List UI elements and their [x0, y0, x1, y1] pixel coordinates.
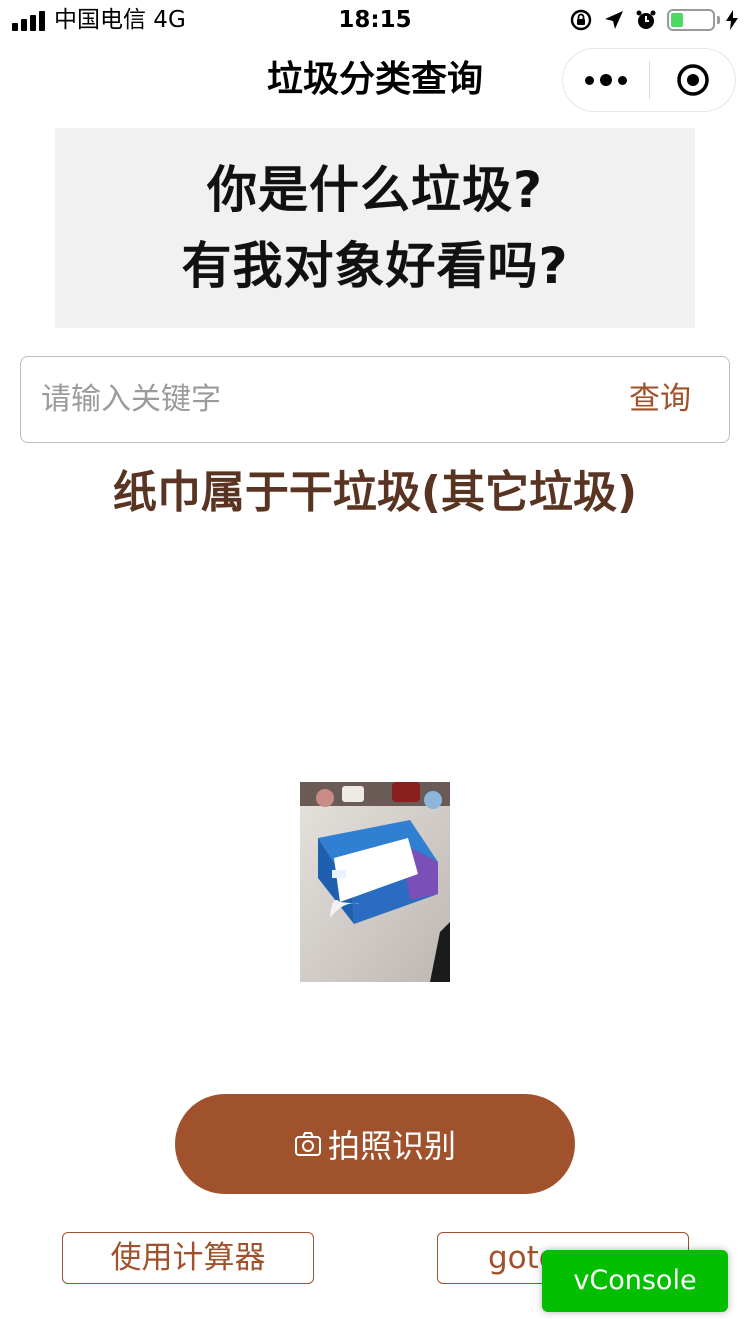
classification-result: 纸巾属于干垃圾(其它垃圾): [112, 467, 638, 518]
camera-icon: [294, 1131, 322, 1157]
search-button[interactable]: 查询: [629, 357, 691, 442]
banner-line-1: 你是什么垃圾?: [206, 161, 543, 219]
alarm-icon: [635, 9, 657, 31]
camera-recognize-button[interactable]: 拍照识别: [175, 1094, 575, 1194]
camera-button-label: 拍照识别: [327, 1127, 456, 1165]
rotation-lock-icon: [569, 8, 593, 32]
search-box: 查询: [20, 356, 730, 443]
close-mini-program-button[interactable]: [650, 49, 736, 111]
mini-program-capsule: [562, 48, 736, 112]
status-icons: [569, 6, 738, 34]
target-close-icon: [677, 64, 709, 96]
battery-icon: [667, 9, 715, 31]
status-bar: 中国电信 4G 18:15: [0, 0, 750, 40]
nav-bar: 垃圾分类查询: [0, 40, 750, 120]
battery-level: [671, 13, 683, 27]
charging-bolt-icon: [726, 10, 738, 30]
more-menu-button[interactable]: [563, 49, 649, 111]
location-icon: [603, 9, 625, 31]
banner-line-2: 有我对象好看吗?: [181, 237, 569, 295]
vconsole-button[interactable]: vConsole: [542, 1250, 728, 1312]
search-input[interactable]: [41, 357, 601, 442]
meme-banner-image: 你是什么垃圾? 有我对象好看吗?: [55, 128, 695, 328]
battery-cap: [717, 16, 720, 24]
use-calculator-button[interactable]: 使用计算器: [62, 1232, 314, 1284]
uploaded-photo: [300, 782, 450, 982]
